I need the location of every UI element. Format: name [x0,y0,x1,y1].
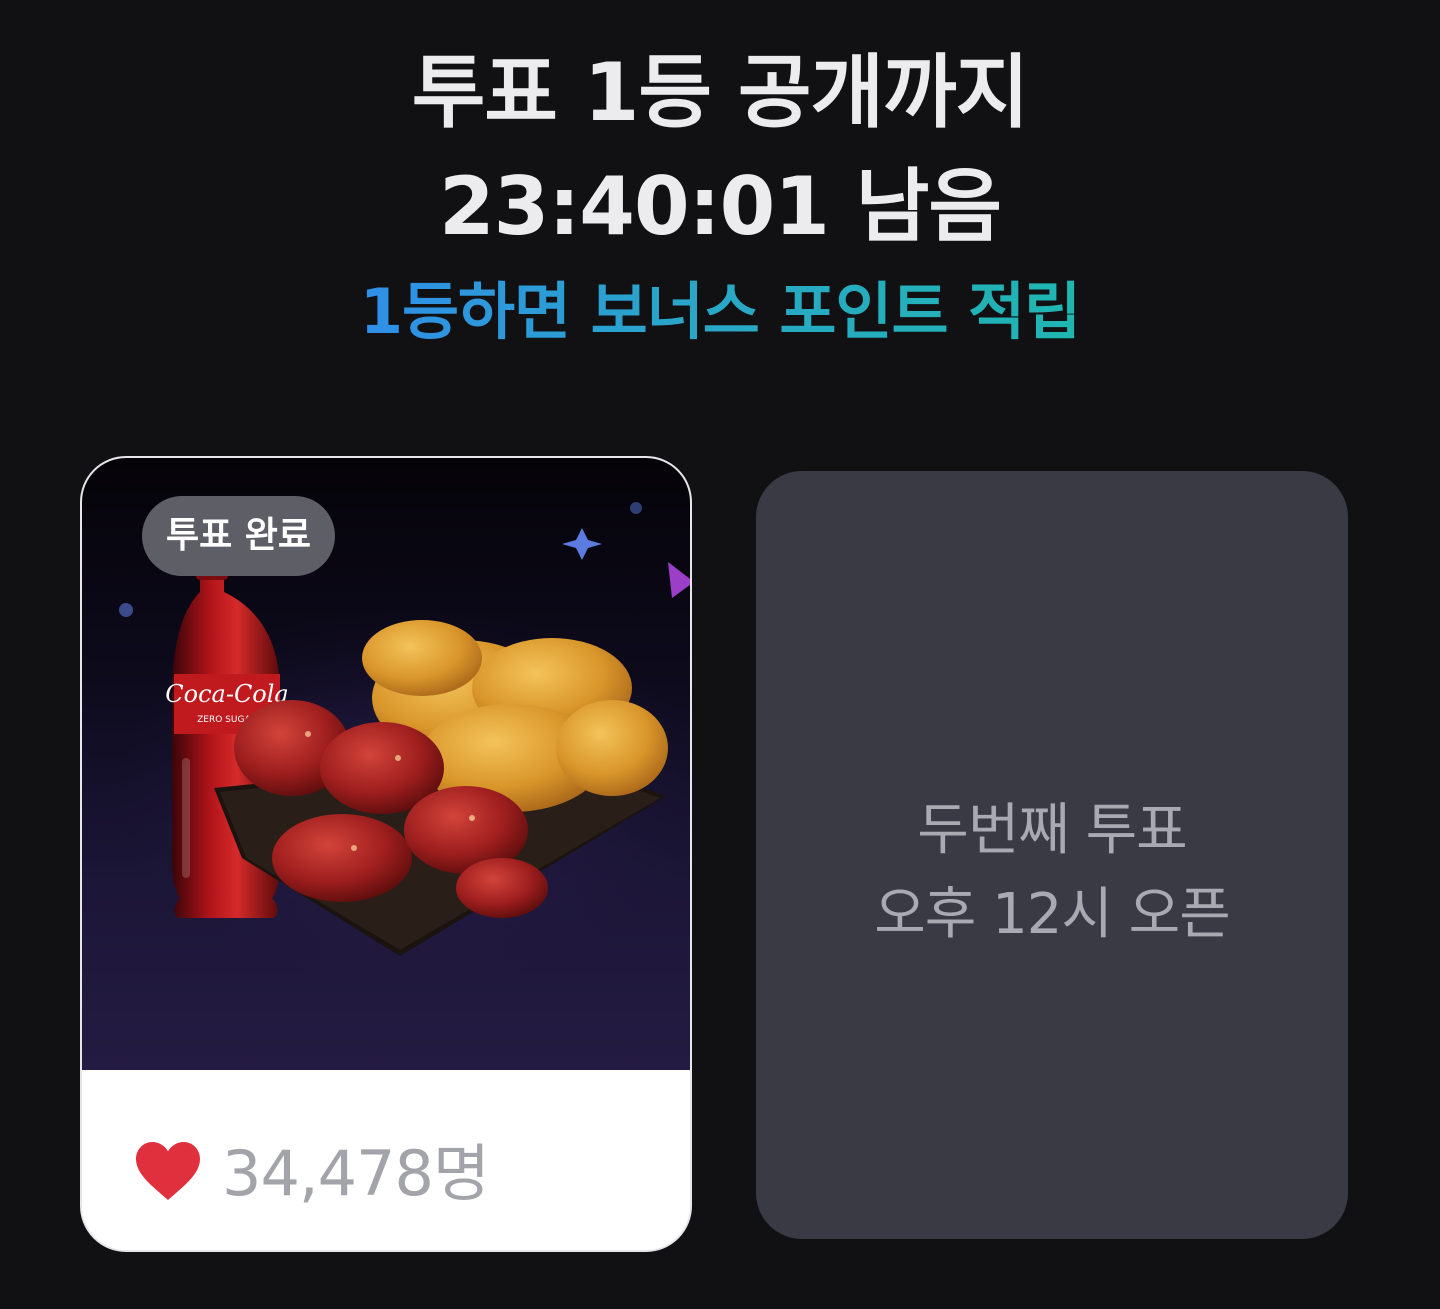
countdown-timer: 23:40:01 남음 [438,160,1002,253]
locked-title: 두번째 투표 [917,798,1187,863]
vote-title: 투표 1등 공개까지 [411,46,1030,139]
decor-dot [119,603,133,617]
vote-count: 34,478명 [222,1137,490,1210]
bonus-notice: 1등하면 보너스 포인트 적립 [360,272,1081,352]
menu-image: 투표 완료 Coca-Cola ZERO SUGAR [82,458,690,1070]
vote-card-first[interactable]: 투표 완료 Coca-Cola ZERO SUGAR 34,478명 [80,456,692,1252]
vote-header: 투표 1등 공개까지 23:40:01 남음 1등하면 보너스 포인트 적립 [0,36,1440,352]
heart-icon [136,1142,200,1200]
vote-card-second-locked: 두번째 투표 오후 12시 오픈 [756,471,1348,1239]
vote-card-footer: 34,478명 [82,1070,690,1250]
star-icon [562,528,602,560]
locked-message: 두번째 투표 오후 12시 오픈 [756,789,1348,957]
locked-open-time: 오후 12시 오픈 [874,882,1230,947]
vote-complete-badge: 투표 완료 [142,496,336,576]
decor-dot [630,502,642,514]
triangle-icon [668,562,690,598]
